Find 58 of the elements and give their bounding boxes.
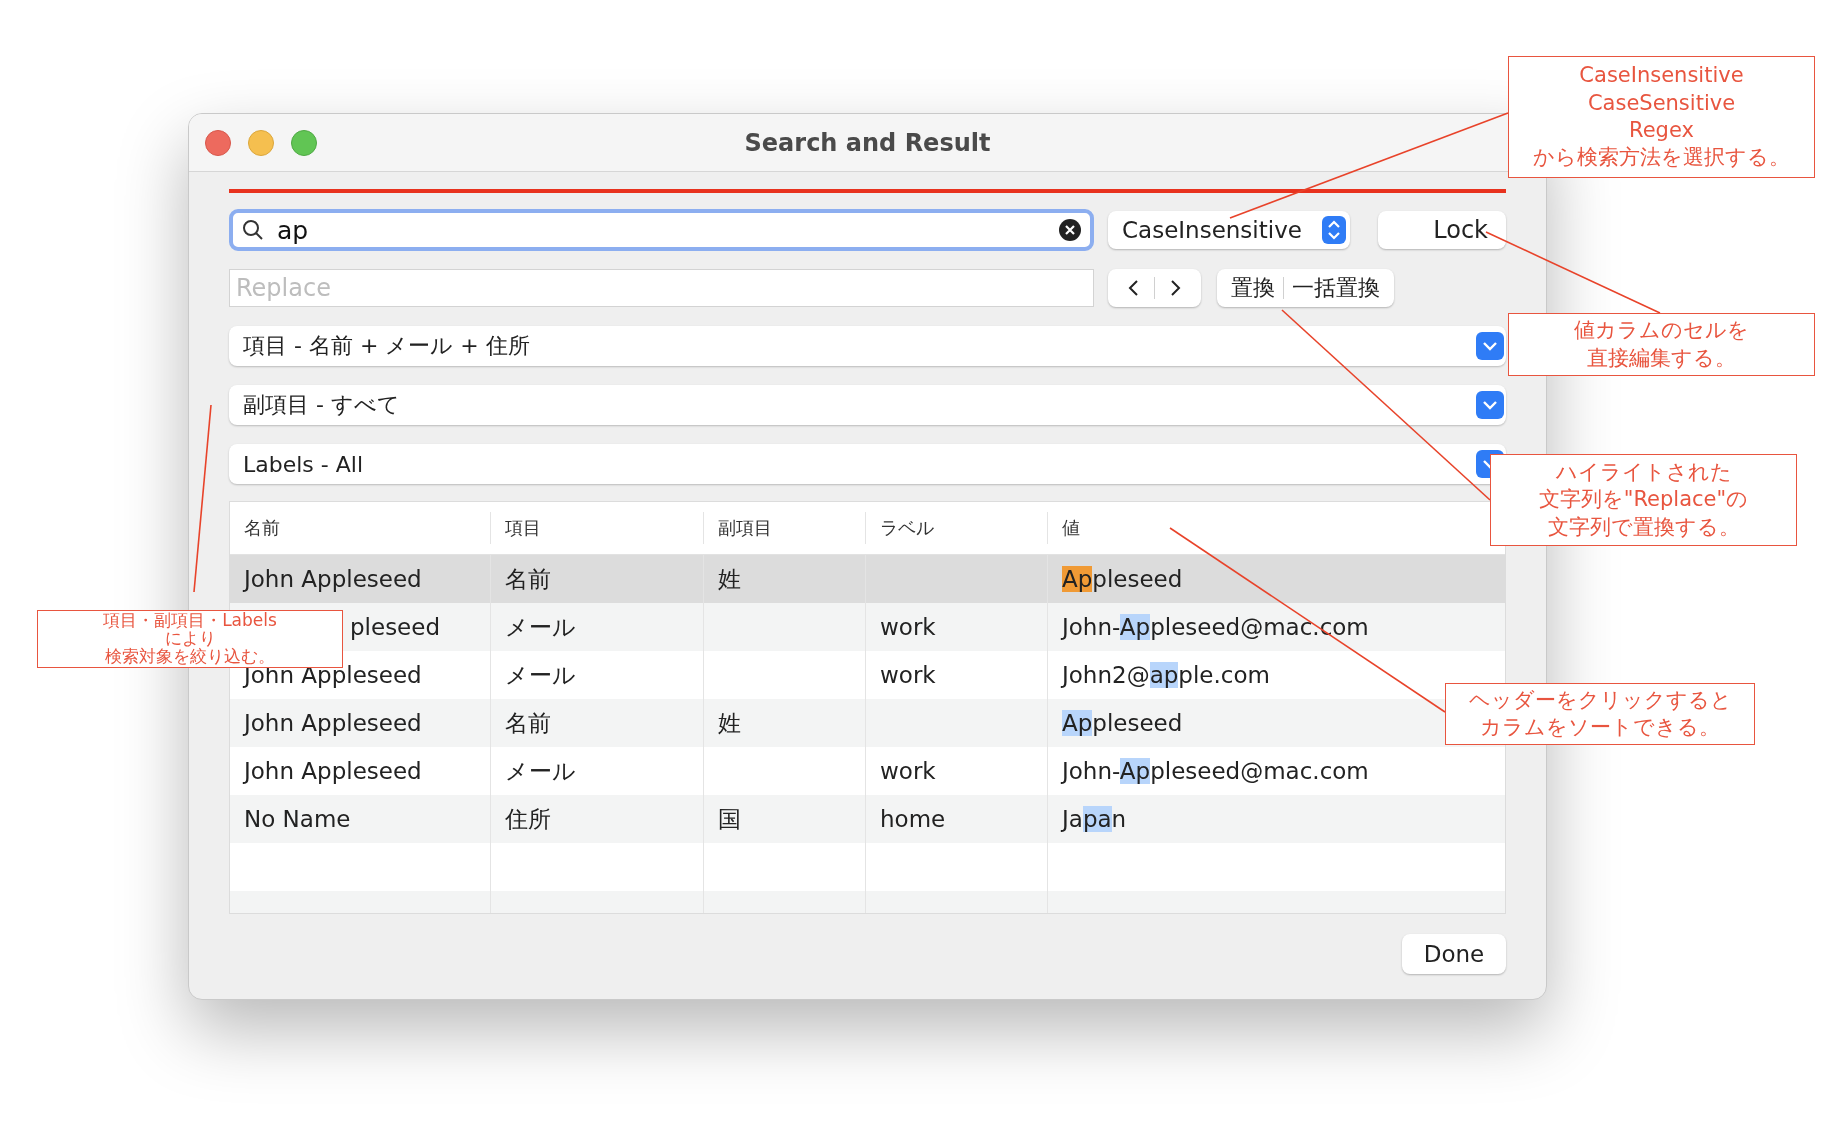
filter-dropdown[interactable]: 副項目 - すべて — [229, 385, 1506, 425]
annotation-text: CaseSensitive — [1587, 89, 1736, 117]
annotation-text: 直接編集する。 — [1587, 344, 1736, 372]
search-input[interactable]: ap — [275, 214, 1048, 246]
annotation-text: により — [164, 630, 216, 648]
filter-dropdown[interactable]: Labels - All — [229, 444, 1506, 484]
filter-dropdown[interactable]: 項目 - 名前 + メール + 住所 — [229, 326, 1506, 366]
column-header[interactable]: ラベル — [866, 512, 1048, 544]
table-cell: work — [880, 614, 936, 640]
table-cell[interactable]: John2@apple.com — [1062, 662, 1270, 688]
table-cell: John Appleseed — [244, 566, 422, 592]
column-header[interactable]: 項目 — [491, 512, 704, 544]
table-cell-text: 国 — [718, 804, 741, 834]
lock-button[interactable]: Lock — [1378, 211, 1506, 249]
annotation-text: から検索方法を選択する。 — [1533, 144, 1790, 172]
table-cell-text: 姓 — [718, 708, 741, 738]
table-cell-text: メール — [505, 612, 576, 642]
annotation-text: Regex — [1629, 117, 1694, 144]
done-button[interactable]: Done — [1402, 934, 1506, 974]
table-cell-text: 名前 — [505, 708, 551, 738]
chevron-down-icon[interactable] — [1476, 391, 1504, 419]
annotation-text: CaseInsensitive — [1579, 62, 1744, 90]
annotation-text: 文字列を"Replace"の — [1538, 486, 1749, 514]
clear-icon[interactable] — [1058, 218, 1082, 242]
table-cell[interactable]: John-Appleseed@mac.com — [1062, 758, 1369, 784]
table-cell[interactable]: Japan — [1062, 806, 1127, 832]
table-cell[interactable]: Appleseed — [1062, 566, 1183, 592]
table-cell: work — [880, 758, 936, 784]
zoom-button[interactable] — [291, 129, 317, 156]
column-header[interactable]: 副項目 — [704, 512, 866, 544]
table-cell: work — [880, 662, 936, 688]
mode-popup[interactable]: CaseInsensitive — [1108, 211, 1350, 249]
table-cell: John Appleseed — [244, 758, 422, 784]
table-cell: No Name — [244, 806, 351, 832]
table-cell: pleseed — [350, 614, 441, 640]
table-cell: John Appleseed — [244, 710, 422, 736]
annotation-text: ハイライトされた — [1555, 459, 1732, 487]
table-cell-text: メール — [505, 660, 576, 690]
annotation-text: 文字列で置換する。 — [1547, 513, 1740, 541]
table-cell-text: 住所 — [505, 804, 551, 834]
table-cell[interactable]: Appleseed — [1062, 710, 1183, 736]
window-title: Search and Result — [744, 128, 991, 157]
close-button[interactable] — [205, 129, 231, 156]
search-bar[interactable]: ap — [229, 209, 1094, 251]
table-cell-text: 姓 — [718, 564, 741, 594]
stepper-icon[interactable] — [1322, 216, 1346, 244]
table-row[interactable]: John Appleseed 名前 姓 Appleseed — [230, 555, 1505, 603]
table-cell: home — [880, 806, 946, 832]
column-header[interactable]: 名前 — [230, 512, 491, 544]
replace-field[interactable]: Replace — [229, 269, 1094, 307]
replace-button[interactable]: 置換 — [1223, 271, 1283, 305]
table-row[interactable]: No Name 住所 国 home Japan — [230, 795, 1505, 843]
chevron-down-icon[interactable] — [1476, 332, 1504, 360]
search-icon — [241, 218, 265, 242]
annotation-text: 値カラムのセルを — [1574, 317, 1749, 345]
table-cell-text: 名前 — [505, 564, 551, 594]
table-cell-text: メール — [505, 756, 576, 786]
replace-button[interactable]: 一括置換 — [1284, 271, 1388, 305]
